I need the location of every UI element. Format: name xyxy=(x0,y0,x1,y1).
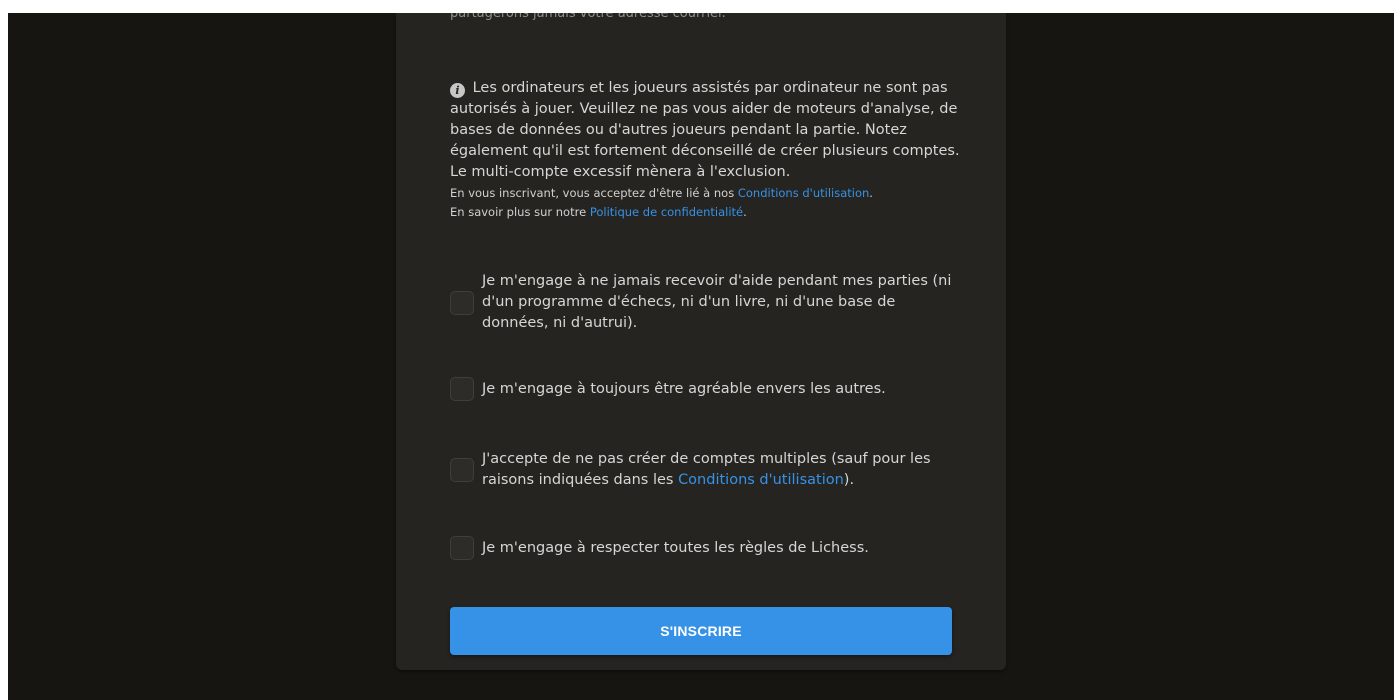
fair-play-message: Les ordinateurs et les joueurs assistés … xyxy=(450,80,960,180)
tos-suffix: . xyxy=(869,186,873,200)
agreement-assistance-checkbox[interactable] xyxy=(450,290,474,315)
agreement-policy-checkbox[interactable] xyxy=(450,536,474,560)
multi-account-suffix: ). xyxy=(843,472,855,488)
agreement-policy[interactable]: Je m'engage à respecter toutes les règle… xyxy=(450,536,960,560)
privacy-notice: En savoir plus sur notre Politique de co… xyxy=(450,202,960,222)
signup-form-card: partagerons jamais votre adresse courrie… xyxy=(396,13,1006,670)
privacy-prefix: En savoir plus sur notre xyxy=(450,205,590,219)
agreement-multi-account-label[interactable]: J'accepte de ne pas créer de comptes mul… xyxy=(482,449,960,491)
agreement-multi-account-checkbox[interactable] xyxy=(450,458,474,482)
page-background: partagerons jamais votre adresse courrie… xyxy=(8,13,1394,700)
signup-submit-button[interactable]: S'INSCRIRE xyxy=(450,607,952,655)
info-icon: i xyxy=(450,83,465,98)
fair-play-info: i Les ordinateurs et les joueurs assisté… xyxy=(450,78,960,222)
privacy-suffix: . xyxy=(743,205,747,219)
privacy-policy-link[interactable]: Politique de confidentialité xyxy=(590,205,743,219)
agreement-nice-label[interactable]: Je m'engage à toujours être agréable env… xyxy=(482,379,886,400)
fair-play-text: i Les ordinateurs et les joueurs assisté… xyxy=(450,78,960,183)
agreement-multi-account[interactable]: J'accepte de ne pas créer de comptes mul… xyxy=(450,449,960,491)
agreement-assistance[interactable]: Je m'engage à ne jamais recevoir d'aide … xyxy=(450,271,960,334)
email-privacy-note: partagerons jamais votre adresse courrie… xyxy=(450,13,726,21)
agreement-policy-label[interactable]: Je m'engage à respecter toutes les règle… xyxy=(482,538,869,559)
tos-prefix: En vous inscrivant, vous acceptez d'être… xyxy=(450,186,738,200)
agreement-nice-checkbox[interactable] xyxy=(450,377,474,401)
agreement-assistance-label[interactable]: Je m'engage à ne jamais recevoir d'aide … xyxy=(482,271,960,334)
tos-link[interactable]: Conditions d'utilisation xyxy=(738,186,869,200)
agreement-nice[interactable]: Je m'engage à toujours être agréable env… xyxy=(450,377,960,401)
tos-notice: En vous inscrivant, vous acceptez d'être… xyxy=(450,183,960,203)
multi-account-tos-link[interactable]: Conditions d'utilisation xyxy=(678,472,844,488)
